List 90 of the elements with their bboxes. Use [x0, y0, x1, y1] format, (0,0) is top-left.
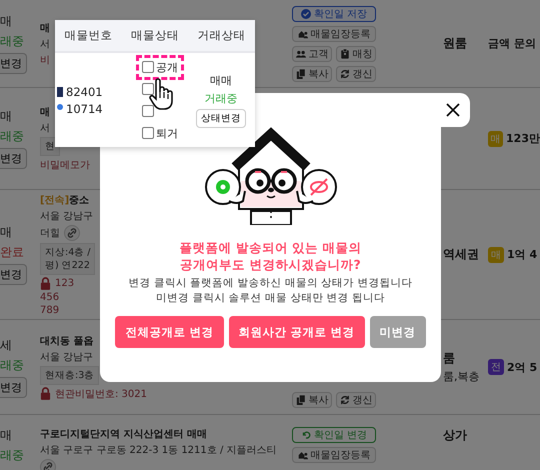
room-type: 역세권 — [443, 246, 480, 263]
dialog-message: 변경 클릭시 플랫폼에 발송하신 매물의 상태가 변경됩니다 — [128, 276, 413, 291]
column-header: 거래상태 — [198, 28, 246, 43]
listing-title: 매 — [40, 22, 50, 34]
dialog-button[interactable]: 전체공개로 변경 — [115, 316, 224, 348]
copy-icon — [296, 395, 306, 405]
status-checkbox[interactable]: 공개 — [140, 58, 180, 76]
listing-number: 10714 — [66, 102, 103, 116]
deal-badge: 매 — [488, 130, 504, 146]
listing-address: 서 — [40, 38, 50, 50]
check-circle-icon — [300, 8, 311, 18]
action-button[interactable]: 매물임장등록 — [292, 447, 376, 463]
listing-title: 매 — [40, 106, 50, 119]
deal-type: 세 — [0, 336, 12, 354]
undo-icon — [300, 430, 311, 440]
badge-icon — [57, 86, 63, 96]
action-button[interactable]: 복사 — [292, 66, 332, 82]
lock-icon — [40, 387, 51, 400]
action-button[interactable]: 매칭 — [336, 46, 376, 62]
action-button[interactable]: 복사 — [292, 392, 332, 408]
clipboard-icon — [340, 48, 350, 58]
deal-state: 래중 — [0, 447, 24, 464]
link-icon[interactable] — [64, 225, 80, 241]
action-button[interactable]: 매물임장등록 — [292, 26, 376, 42]
floor-info: 현재층:3층 — [40, 366, 100, 384]
memo-text: 456 — [40, 292, 60, 303]
change-button[interactable]: 변경 — [0, 53, 27, 74]
change-button[interactable]: 변경 — [0, 376, 27, 398]
deal-state: 래중 — [0, 128, 24, 145]
memo-text: 123 — [55, 278, 74, 289]
memo-text: 비 — [40, 54, 50, 66]
price-text: 1억 4 — [507, 247, 538, 262]
price-text: 금액 문의 — [488, 36, 536, 51]
price-text: 2억 5 — [507, 360, 538, 374]
room-type: 상가 — [443, 427, 468, 444]
listing-number: 82401 — [66, 84, 103, 98]
refresh-icon — [340, 395, 350, 405]
deal-type: 매 — [0, 224, 12, 241]
deal-type: 매 — [0, 13, 12, 30]
hand-cursor-icon — [149, 78, 173, 110]
column-header: 매물상태 — [130, 28, 179, 43]
deal-state: 래중 — [0, 33, 24, 50]
listing-address: 더힐 — [40, 227, 60, 240]
price-text: 123만 — [506, 131, 540, 146]
listing-address: 서 — [40, 122, 50, 135]
deal-state: 거래중 — [204, 90, 238, 106]
deal-badge: 전 — [488, 359, 504, 375]
dialog-button[interactable]: 미변경 — [370, 316, 426, 348]
memo-text: 789 — [40, 305, 60, 316]
listing-address: 서울 강남구 — [40, 210, 94, 223]
deal-state: 완료 — [0, 244, 24, 261]
change-button[interactable]: 변경 — [0, 148, 27, 169]
listing-title: 구로디지털단지역 지식산업센터 매매 — [40, 428, 207, 441]
dialog-title: 공개여부도 변경하시겠습니까? — [179, 256, 362, 273]
deal-badge: 매 — [488, 246, 504, 262]
deal-state: 래중 — [0, 356, 24, 374]
dialog-message: 미변경 클릭시 솔루션 매물 상태만 변경 됩니다 — [154, 291, 386, 306]
action-button[interactable]: 고객 — [292, 46, 332, 62]
listing-address: 서울 구로구 구로동 222-3 1동 1211호 / 지플러스티 — [40, 444, 276, 457]
memo-text: 현관비밀번호: 3021 — [55, 388, 147, 400]
listing-title: [전속]중소 — [40, 194, 90, 207]
deal-type: 매 — [0, 108, 12, 125]
status-checkbox[interactable] — [140, 102, 156, 120]
listing-address: 서울 강남구 — [40, 350, 94, 364]
floor-info: 지상:4층 / 평) 연222 — [40, 243, 96, 275]
action-button[interactable]: 갱신 — [336, 66, 376, 82]
deal-type: 매 — [0, 427, 12, 444]
copy-icon — [296, 68, 306, 78]
action-button[interactable]: 갱신 — [336, 392, 376, 408]
lock-icon — [40, 277, 51, 290]
memo-text: 비밀메모가 — [40, 159, 90, 172]
column-header: 매물번호 — [64, 28, 112, 43]
dialog-button[interactable]: 회원사간 공개로 변경 — [228, 316, 365, 348]
change-button[interactable]: 변경 — [0, 264, 27, 285]
action-button[interactable]: 확인일 저장 — [292, 6, 376, 22]
status-checkbox[interactable]: 퇴거 — [140, 124, 180, 142]
house-person-icon — [298, 450, 308, 460]
room-type: 룸 — [443, 350, 456, 367]
listing-title: 대치동 풀옵 — [40, 334, 94, 348]
deal-type: 매매 — [210, 72, 232, 88]
dialog-title: 플랫폼에 발송되어 있는 매물의 — [179, 239, 362, 256]
action-button[interactable]: 확인일 변경 — [292, 427, 376, 443]
room-type: 룸,복층 — [443, 369, 480, 384]
status-change-button[interactable]: 상태변경 — [196, 108, 246, 128]
status-checkbox[interactable] — [140, 80, 156, 98]
close-icon — [446, 103, 460, 117]
room-type: 원룸 — [443, 35, 468, 52]
house-person-icon — [298, 28, 308, 38]
refresh-icon — [340, 68, 350, 78]
people-icon — [296, 48, 306, 58]
